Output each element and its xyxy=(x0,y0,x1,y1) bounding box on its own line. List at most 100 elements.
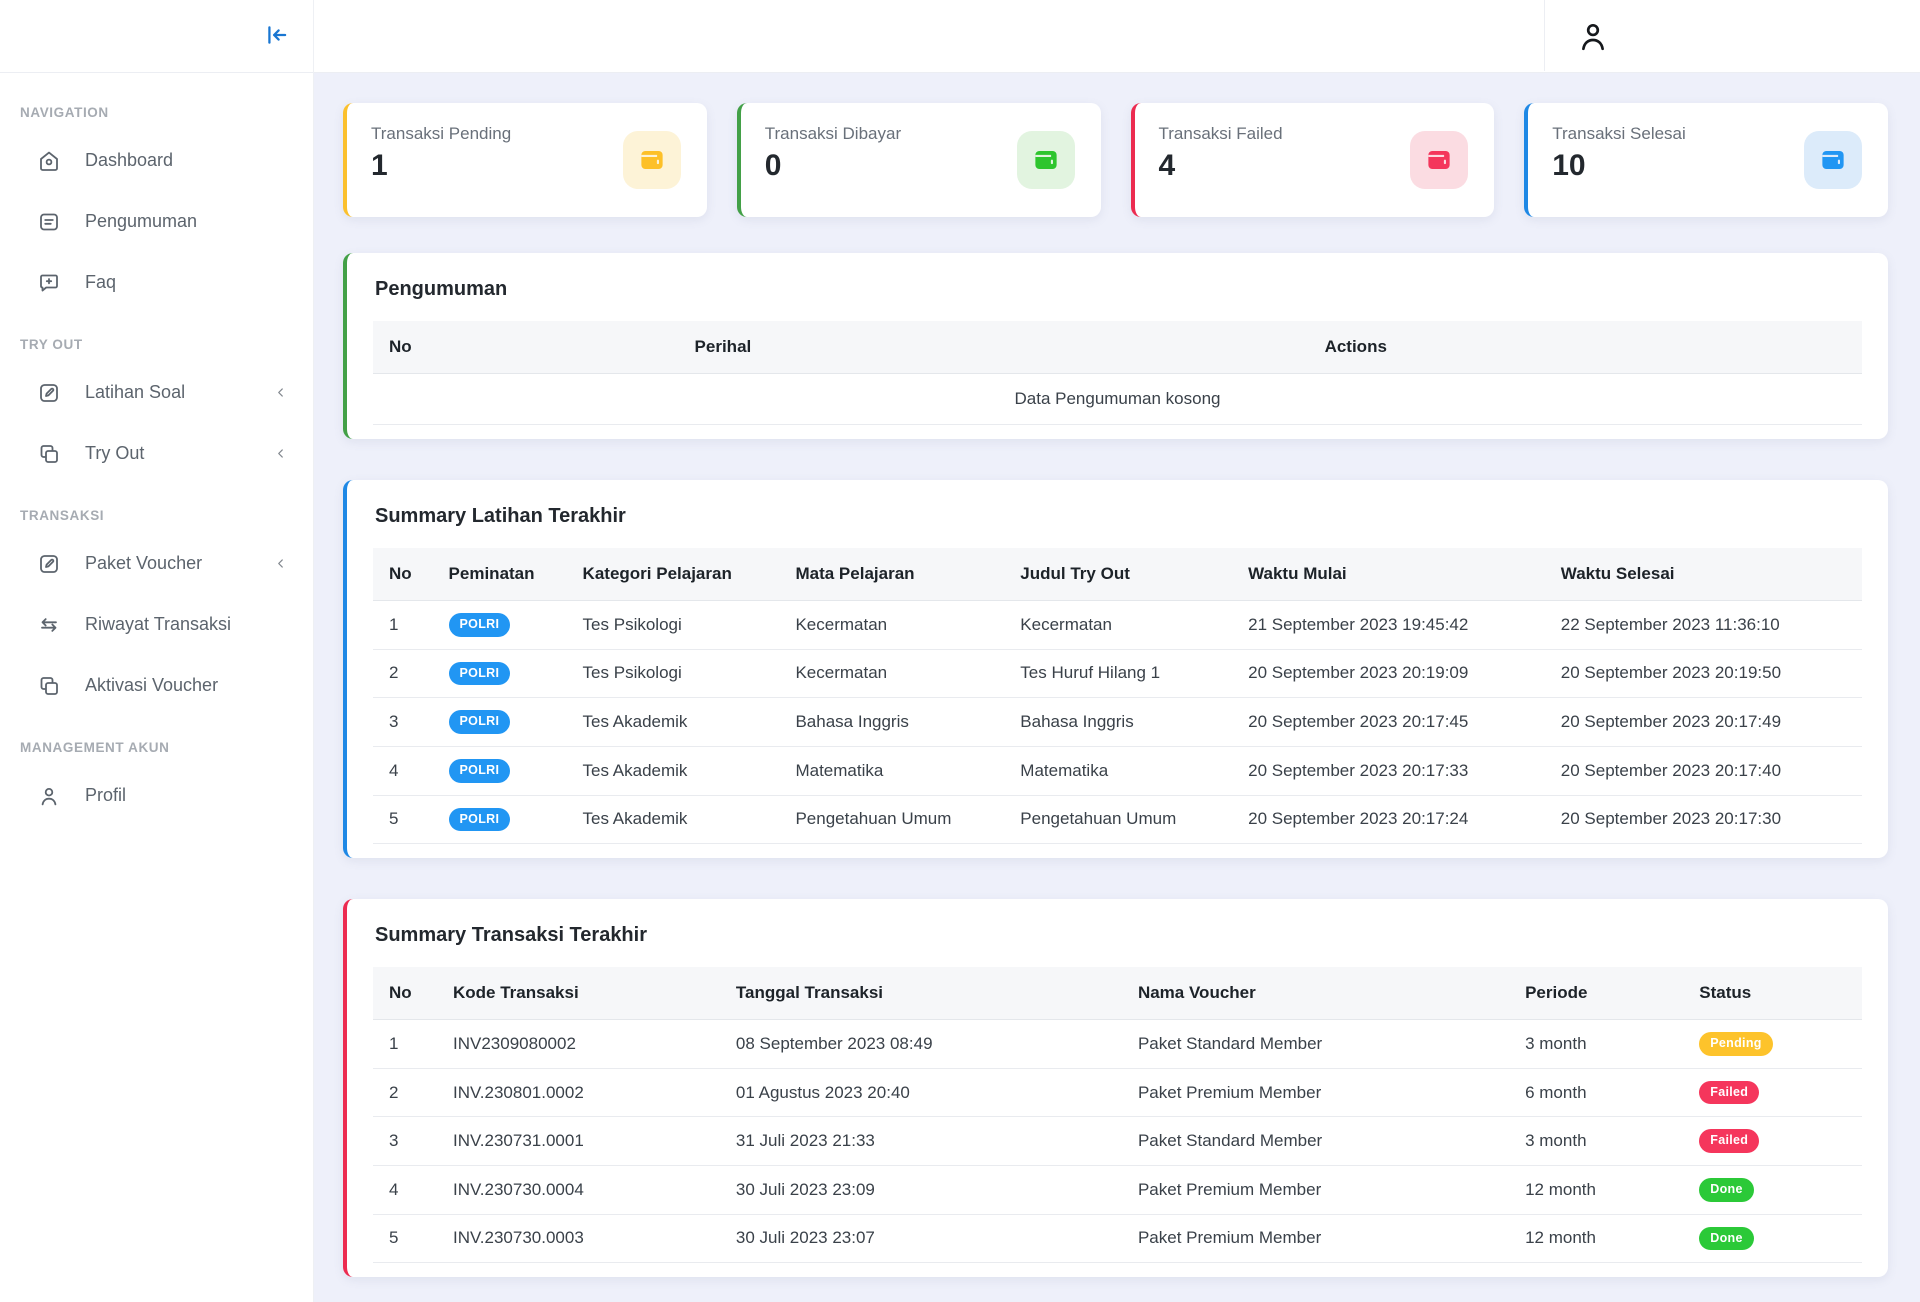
table-cell: 30 Juli 2023 23:09 xyxy=(720,1166,1122,1215)
nav-section-label: NAVIGATION xyxy=(0,105,313,130)
sidebar-nav: NAVIGATIONDashboard Pengumuman Faq TRY OUTL… xyxy=(0,73,313,826)
column-header: Nama Voucher xyxy=(1122,967,1509,1020)
wallet-icon xyxy=(1410,131,1468,189)
pengumuman-title: Pengumuman xyxy=(375,278,1862,301)
table-cell: 22 September 2023 11:36:10 xyxy=(1545,601,1862,650)
status-badge: Done xyxy=(1699,1178,1753,1202)
column-header: No xyxy=(373,967,437,1020)
column-header: Peminatan xyxy=(433,548,567,601)
sidebar-item-paket-voucher[interactable]: Paket Voucher xyxy=(0,533,313,594)
table-cell: 20 September 2023 20:17:45 xyxy=(1232,698,1545,747)
table-cell: 20 September 2023 20:17:33 xyxy=(1232,746,1545,795)
stat-card: Transaksi Dibayar 0 xyxy=(737,103,1101,217)
nav-section-label: TRY OUT xyxy=(0,313,313,362)
main-content: Transaksi Pending 1 Transaksi Dibayar 0 … xyxy=(313,72,1920,1302)
column-header: Actions xyxy=(849,321,1862,374)
user-profile-button[interactable] xyxy=(1571,14,1615,58)
peminatan-badge: POLRI xyxy=(449,759,511,783)
sidebar-item-label: Faq xyxy=(85,272,289,293)
table-cell: Kecermatan xyxy=(1004,601,1232,650)
table-row: 2POLRITes PsikologiKecermatanTes Huruf H… xyxy=(373,649,1862,698)
table-cell: 3 xyxy=(373,698,433,747)
table-cell: 08 September 2023 08:49 xyxy=(720,1020,1122,1069)
table-row: 2INV.230801.000201 Agustus 2023 20:40Pak… xyxy=(373,1068,1862,1117)
sidebar-collapse-button[interactable] xyxy=(262,21,292,51)
column-header: Judul Try Out xyxy=(1004,548,1232,601)
table-cell: INV.230731.0001 xyxy=(437,1117,720,1166)
sidebar-item-pengumuman[interactable]: Pengumuman xyxy=(0,191,313,252)
table-cell: Matematika xyxy=(779,746,1004,795)
pencil-square-icon xyxy=(37,381,61,405)
column-header: Waktu Mulai xyxy=(1232,548,1545,601)
sidebar-item-label: Try Out xyxy=(85,443,271,464)
nav-section-label: MANAGEMENT AKUN xyxy=(0,716,313,765)
sidebar-item-label: Paket Voucher xyxy=(85,553,271,574)
sidebar-item-faq[interactable]: Faq xyxy=(0,252,313,313)
column-header: Periode xyxy=(1509,967,1683,1020)
sidebar-item-riwayat-transaksi[interactable]: Riwayat Transaksi xyxy=(0,594,313,655)
pencil-square-icon xyxy=(37,552,61,576)
table-cell: 12 month xyxy=(1509,1166,1683,1215)
transaksi-table: NoKode TransaksiTanggal TransaksiNama Vo… xyxy=(373,967,1862,1263)
sidebar-header xyxy=(0,0,313,73)
peminatan-badge: POLRI xyxy=(449,613,511,637)
table-cell: Tes Akademik xyxy=(567,698,780,747)
table-cell: 31 Juli 2023 21:33 xyxy=(720,1117,1122,1166)
table-row: 3POLRITes AkademikBahasa InggrisBahasa I… xyxy=(373,698,1862,747)
sidebar-item-try-out[interactable]: Try Out xyxy=(0,423,313,484)
table-cell: Paket Premium Member xyxy=(1122,1214,1509,1263)
copy-icon xyxy=(37,442,61,466)
table-cell: 6 month xyxy=(1509,1068,1683,1117)
stat-cards-row: Transaksi Pending 1 Transaksi Dibayar 0 … xyxy=(343,103,1888,217)
table-cell: Matematika xyxy=(1004,746,1232,795)
column-header: Perihal xyxy=(596,321,849,374)
table-cell: 5 xyxy=(373,1214,437,1263)
table-cell: INV.230730.0003 xyxy=(437,1214,720,1263)
table-cell: Done xyxy=(1683,1214,1862,1263)
table-cell: 5 xyxy=(373,795,433,844)
table-cell: Failed xyxy=(1683,1068,1862,1117)
chevron-left-icon xyxy=(271,555,289,573)
table-cell: 30 Juli 2023 23:07 xyxy=(720,1214,1122,1263)
status-badge: Failed xyxy=(1699,1081,1759,1105)
table-cell: Pengetahuan Umum xyxy=(779,795,1004,844)
table-row: 1INV230908000208 September 2023 08:49Pak… xyxy=(373,1020,1862,1069)
column-header: No xyxy=(373,548,433,601)
stat-card: Transaksi Selesai 10 xyxy=(1524,103,1888,217)
nav-section-label: TRANSAKSI xyxy=(0,484,313,533)
table-cell: 20 September 2023 20:17:40 xyxy=(1545,746,1862,795)
table-header-row: NoKode TransaksiTanggal TransaksiNama Vo… xyxy=(373,967,1862,1020)
column-header: Waktu Selesai xyxy=(1545,548,1862,601)
table-cell: POLRI xyxy=(433,649,567,698)
transaksi-title: Summary Transaksi Terakhir xyxy=(375,924,1862,947)
table-empty-row: Data Pengumuman kosong xyxy=(373,374,1862,425)
table-cell: POLRI xyxy=(433,746,567,795)
home-icon xyxy=(37,149,61,173)
stat-card: Transaksi Pending 1 xyxy=(343,103,707,217)
sidebar-item-label: Profil xyxy=(85,785,289,806)
sidebar-item-aktivasi-voucher[interactable]: Aktivasi Voucher xyxy=(0,655,313,716)
table-cell: Bahasa Inggris xyxy=(779,698,1004,747)
table-cell: 1 xyxy=(373,1020,437,1069)
table-cell: Tes Psikologi xyxy=(567,649,780,698)
table-cell: 20 September 2023 20:17:30 xyxy=(1545,795,1862,844)
table-cell: Tes Akademik xyxy=(567,795,780,844)
sidebar-item-label: Aktivasi Voucher xyxy=(85,675,289,696)
column-header: Kategori Pelajaran xyxy=(567,548,780,601)
copy-icon xyxy=(37,674,61,698)
table-row: 3INV.230731.000131 Juli 2023 21:33Paket … xyxy=(373,1117,1862,1166)
sidebar: NAVIGATIONDashboard Pengumuman Faq TRY OUTL… xyxy=(0,0,314,1302)
sidebar-item-profil[interactable]: Profil xyxy=(0,765,313,826)
topbar xyxy=(313,0,1920,73)
sidebar-item-latihan-soal[interactable]: Latihan Soal xyxy=(0,362,313,423)
sidebar-item-label: Pengumuman xyxy=(85,211,289,232)
table-cell: 3 xyxy=(373,1117,437,1166)
table-cell: Kecermatan xyxy=(779,601,1004,650)
peminatan-badge: POLRI xyxy=(449,808,511,832)
table-cell: Tes Huruf Hilang 1 xyxy=(1004,649,1232,698)
sidebar-item-dashboard[interactable]: Dashboard xyxy=(0,130,313,191)
table-row: 1POLRITes PsikologiKecermatanKecermatan2… xyxy=(373,601,1862,650)
table-cell: 3 month xyxy=(1509,1117,1683,1166)
table-cell: 21 September 2023 19:45:42 xyxy=(1232,601,1545,650)
wallet-icon xyxy=(1017,131,1075,189)
